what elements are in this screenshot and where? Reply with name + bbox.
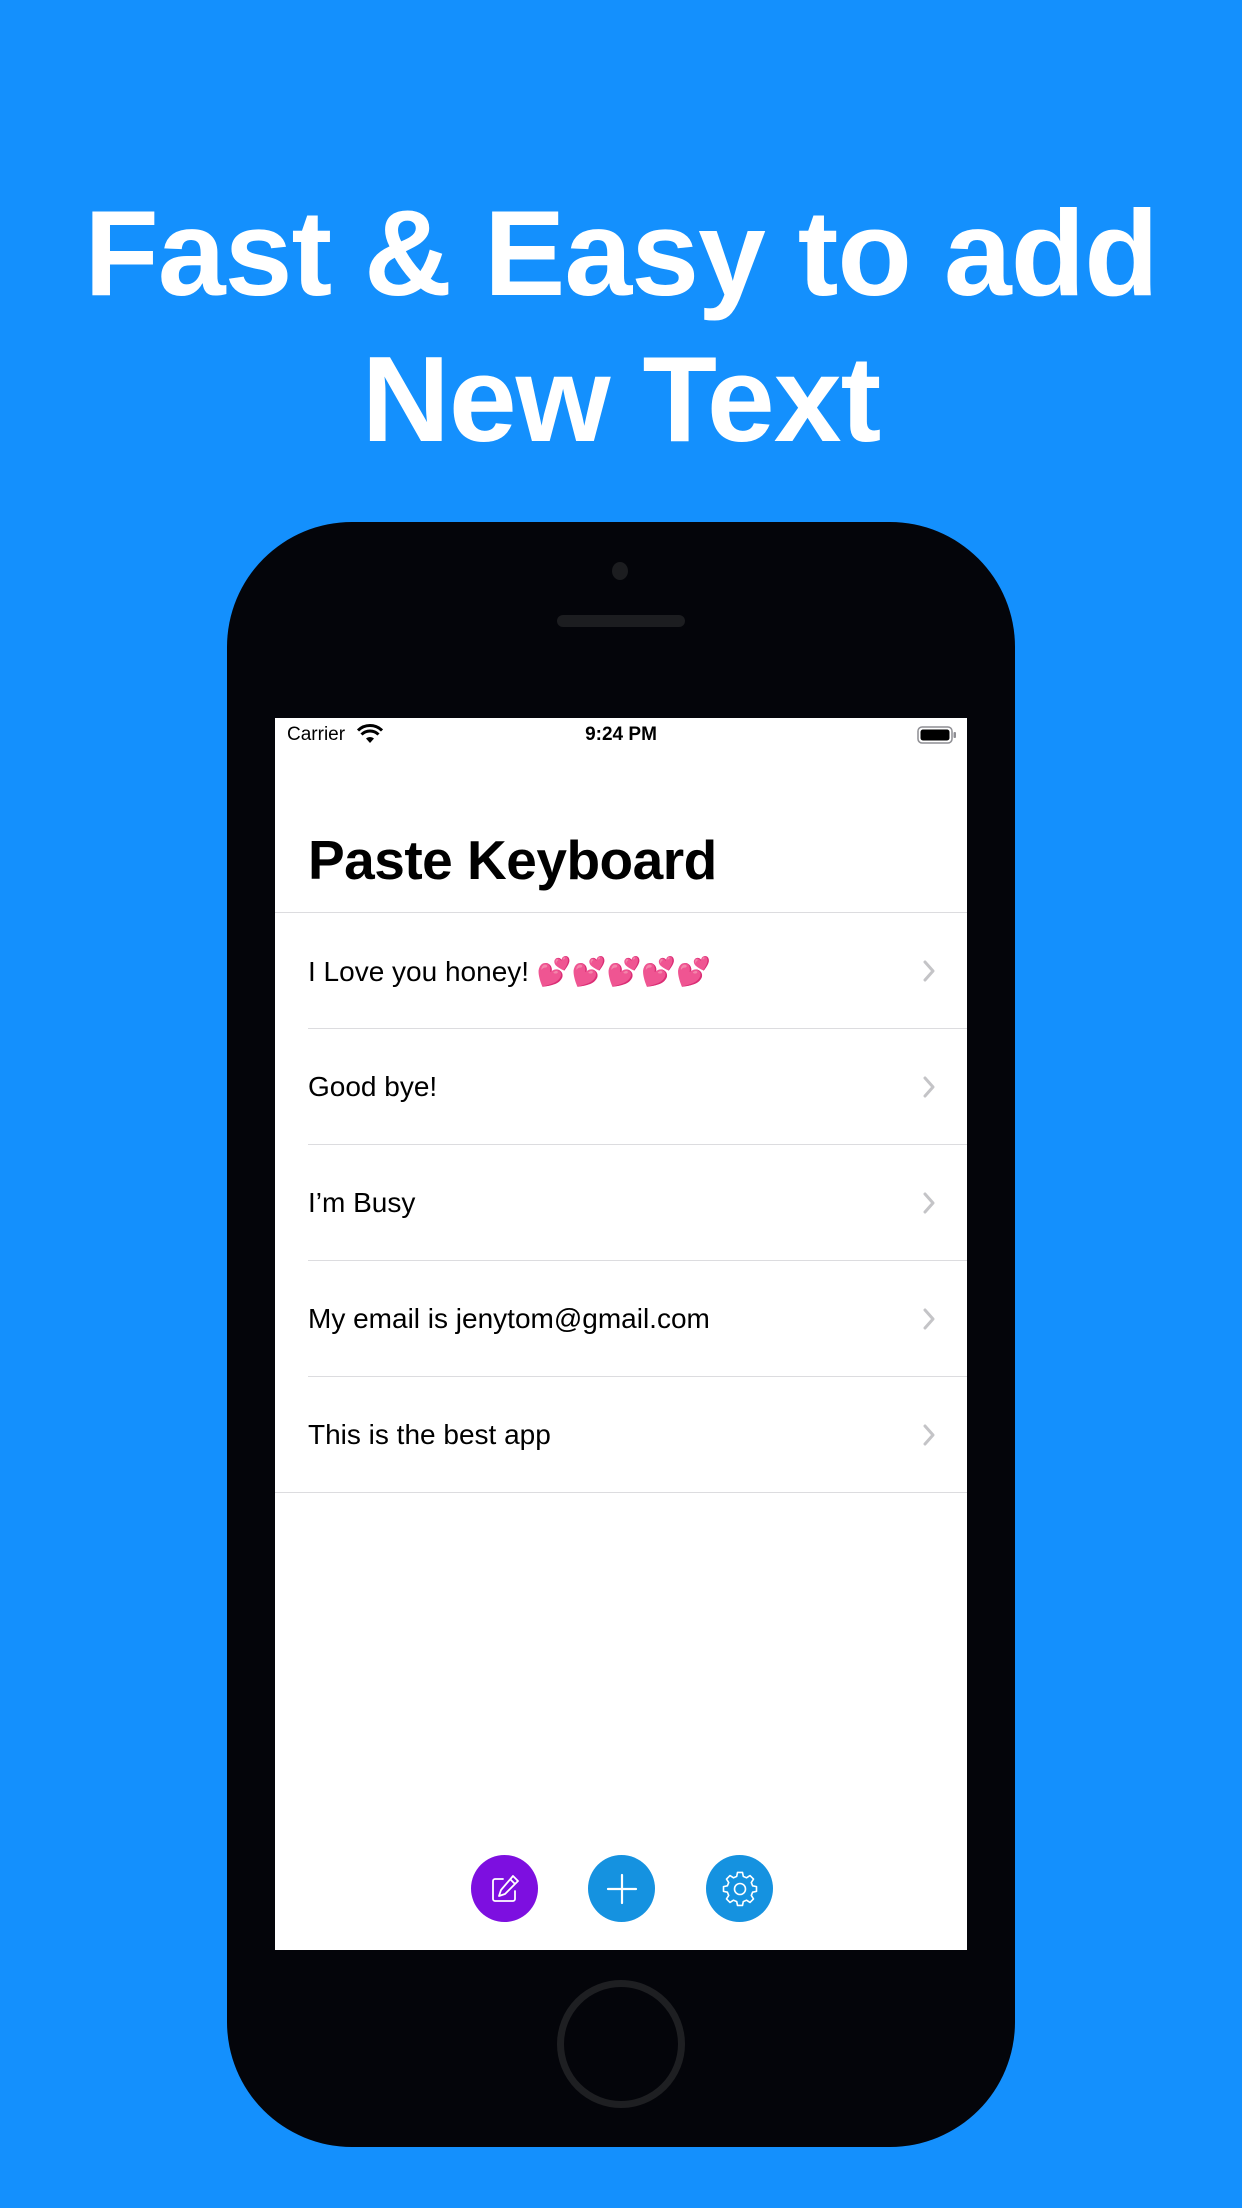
headline-line-2: New Text <box>361 331 882 467</box>
chevron-right-icon <box>923 1192 935 1214</box>
home-button[interactable] <box>557 1980 685 2108</box>
text-list: I Love you honey! 💕💕💕💕💕 Good bye! I’m Bu… <box>275 912 967 1493</box>
camera-icon <box>612 562 628 580</box>
gear-icon <box>722 1871 757 1906</box>
list-item-text: This is the best app <box>308 1419 551 1450</box>
status-time: 9:24 PM <box>585 724 657 745</box>
page-title: Paste Keyboard <box>308 829 717 891</box>
battery-icon <box>917 726 956 744</box>
list-item[interactable]: I Love you honey! 💕💕💕💕💕 <box>275 913 967 1029</box>
list-item-text: Good bye! <box>308 1071 438 1102</box>
settings-button[interactable] <box>706 1855 773 1922</box>
chevron-right-icon <box>923 1076 935 1098</box>
list-item[interactable]: My email is jenytom@gmail.com <box>275 1261 967 1377</box>
headline-line-1: Fast & Easy to add <box>84 185 1159 321</box>
edit-icon <box>491 1874 519 1902</box>
list-item-text: I Love you honey! 💕💕💕💕💕 <box>308 955 712 987</box>
add-button[interactable] <box>588 1855 655 1922</box>
list-item-text: I’m Busy <box>308 1187 416 1218</box>
list-item[interactable]: Good bye! <box>275 1029 967 1145</box>
edit-button[interactable] <box>471 1855 538 1922</box>
promo-headline: Fast & Easy to add New Text <box>0 180 1242 472</box>
status-bar: Carrier 9:24 PM <box>275 718 967 754</box>
list-item-text: My email is jenytom@gmail.com <box>308 1303 710 1334</box>
list-item[interactable]: This is the best app <box>275 1377 967 1493</box>
speaker-grille <box>557 615 685 627</box>
app-screen: Carrier 9:24 PM Paste Keyboard I Love yo… <box>275 718 967 1950</box>
chevron-right-icon <box>923 1308 935 1330</box>
list-item[interactable]: I’m Busy <box>275 1145 967 1261</box>
plus-icon <box>606 1873 637 1904</box>
chevron-right-icon <box>923 960 935 982</box>
chevron-right-icon <box>923 1424 935 1446</box>
